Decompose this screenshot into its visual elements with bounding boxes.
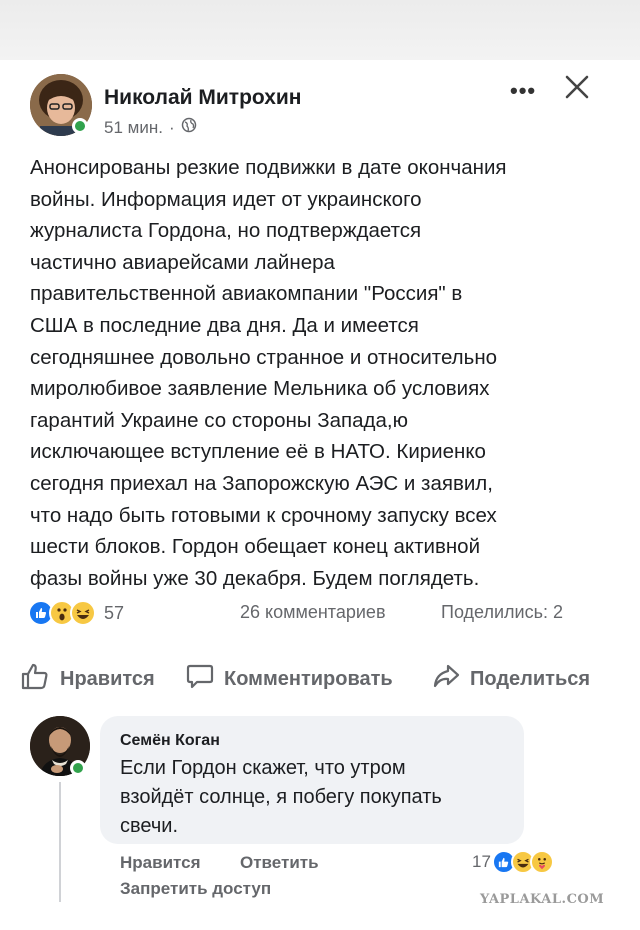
shares-count-link[interactable]: Поделились: 2 [441, 602, 563, 623]
post-text-line: шести блоков. Гордон обещает конец актив… [30, 535, 481, 559]
comment-bubble: Семён Коган Если Гордон скажет, что утро… [100, 716, 524, 844]
commenter-online-icon [70, 760, 86, 776]
comment-button[interactable]: Комментировать [186, 662, 393, 696]
post-text-line: США в последние два дня. Да и имеется [30, 313, 419, 337]
comments-count-link[interactable]: 26 комментариев [240, 602, 386, 623]
post-text-line: сегодняшнее довольно странное и относите… [30, 345, 498, 369]
comment-text: Если Гордон скажет, что утром взойдёт со… [120, 754, 520, 841]
post-text-line: Анонсированы резкие подвижки в дате окон… [30, 156, 507, 179]
post-author-name[interactable]: Николай Митрохин [104, 86, 301, 110]
more-options-icon[interactable]: ••• [510, 78, 536, 104]
comment-text-line: свечи. [120, 815, 179, 837]
thumbs-up-icon [20, 662, 50, 696]
post-text-line: миролюбивое заявление Мельника об услови… [30, 377, 490, 401]
post-card: Николай Митрохин 51 мин. · ••• Анонсиров… [0, 60, 640, 930]
post-time[interactable]: 51 мин. [104, 118, 163, 138]
reactions-summary[interactable]: 57 [28, 600, 124, 626]
haha-reaction-icon [70, 600, 96, 626]
block-access-button[interactable]: Запретить доступ [120, 879, 271, 899]
watermark-logo: YAPLAKAL.COM [480, 892, 605, 907]
close-icon[interactable] [562, 72, 592, 102]
comment-like-button[interactable]: Нравится [120, 853, 201, 873]
share-arrow-icon [432, 662, 460, 696]
post-text-line: журналиста Гордона, но подтверждается [30, 219, 422, 243]
post-text-line: войны. Информация идет от украинского [30, 187, 422, 211]
post-text-line: исключающее вступление её в НАТО. Кириен… [30, 440, 486, 464]
share-button[interactable]: Поделиться [432, 662, 590, 696]
care-reaction-icon [529, 850, 554, 874]
comment-text-line: Если Гордон скажет, что утром [120, 757, 406, 779]
comment-button-label: Комментировать [224, 667, 393, 690]
post-text-line: правительственной авиакомпании "Россия" … [30, 282, 463, 306]
comment-bubble-icon [186, 662, 214, 696]
comment-reply-button[interactable]: Ответить [240, 853, 319, 873]
online-status-icon [72, 118, 88, 134]
share-button-label: Поделиться [470, 667, 591, 690]
post-text-line: сегодня приехал на Запорожскую АЭС и зая… [30, 471, 493, 495]
meta-separator: · [168, 117, 175, 137]
post-text-line: фазы войны уже 30 декабря. Будем погляде… [30, 566, 480, 590]
like-button-label: Нравится [60, 667, 155, 690]
post-meta: 51 мин. · [104, 117, 197, 138]
globe-icon [181, 117, 197, 138]
comment-reactions-summary[interactable]: 17 [472, 850, 554, 874]
comment-text-line: взойдёт солнце, я побегу покупать [120, 786, 442, 808]
commenter-name[interactable]: Семён Коган [120, 732, 220, 750]
reactions-count: 57 [104, 602, 125, 623]
post-text-line: гарантий Украине со стороны Запада,ю [30, 408, 408, 432]
post-text-line: что надо быть готовыми к срочному запуск… [30, 503, 497, 527]
post-text-line: частично авиарейсами лайнера [30, 250, 335, 274]
post-text: Анонсированы резкие подвижки в дате окон… [30, 152, 600, 594]
top-background [0, 0, 640, 60]
comment-reactions-count: 17 [472, 852, 491, 871]
thread-line [59, 782, 61, 902]
like-button[interactable]: Нравится [20, 662, 155, 696]
